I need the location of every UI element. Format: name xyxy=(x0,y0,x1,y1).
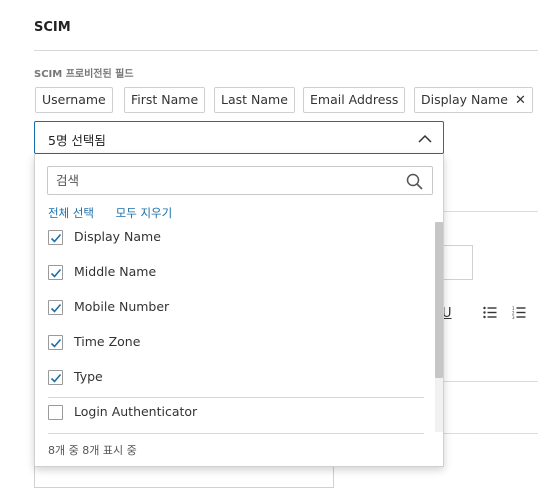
background-divider xyxy=(444,211,538,212)
scrollbar-thumb[interactable] xyxy=(435,222,443,378)
option-label: Type xyxy=(74,369,103,384)
checkbox-checked[interactable] xyxy=(48,300,63,315)
option-divider xyxy=(48,397,424,398)
section-title: SCIM xyxy=(34,20,71,35)
option-mobile-number[interactable]: Mobile Number xyxy=(48,297,428,319)
tag-label: Email Address xyxy=(310,92,399,107)
select-all-link[interactable]: 전체 선택 xyxy=(48,206,94,220)
option-login-authenticator[interactable]: Login Authenticator xyxy=(48,402,428,424)
checkbox-unchecked[interactable] xyxy=(48,405,63,420)
results-count: 8개 중 8개 표시 중 xyxy=(48,444,137,457)
svg-text:3: 3 xyxy=(512,315,515,319)
search-icon[interactable] xyxy=(406,173,423,190)
option-label: Mobile Number xyxy=(74,299,170,314)
tag-first-name: First Name xyxy=(124,87,206,113)
search-input[interactable] xyxy=(48,167,432,194)
option-type[interactable]: Type xyxy=(48,367,428,389)
selected-count: 5명 선택됨 xyxy=(48,133,106,148)
tag-label: Last Name xyxy=(221,92,288,107)
option-label: Display Name xyxy=(74,229,161,244)
dropdown-scrollbar[interactable] xyxy=(435,222,443,432)
clear-all-link[interactable]: 모두 지우기 xyxy=(116,206,173,220)
checkbox-checked[interactable] xyxy=(48,230,63,245)
tag-last-name: Last Name xyxy=(214,87,295,113)
tag-username: Username xyxy=(35,87,113,113)
option-label: Time Zone xyxy=(74,334,141,349)
option-middle-name[interactable]: Middle Name xyxy=(48,262,428,284)
bullet-list-icon[interactable] xyxy=(483,306,497,323)
tag-label: Display Name xyxy=(421,92,508,107)
scim-fields-select[interactable]: 5명 선택됨 xyxy=(34,121,444,154)
field-label: SCIM 프로비전된 필드 xyxy=(34,69,134,80)
numbered-list-icon[interactable]: 123 xyxy=(512,306,526,323)
search-field xyxy=(47,166,433,195)
option-label: Login Authenticator xyxy=(74,404,198,419)
option-display-name[interactable]: Display Name xyxy=(48,227,428,249)
section-divider xyxy=(34,50,538,51)
tag-label: First Name xyxy=(131,92,199,107)
checkbox-checked[interactable] xyxy=(48,265,63,280)
checkbox-checked[interactable] xyxy=(48,370,63,385)
chevron-up-icon[interactable] xyxy=(417,131,433,145)
tag-label: Username xyxy=(42,92,106,107)
bulk-actions: 전체 선택 모두 지우기 xyxy=(48,205,172,221)
option-time-zone[interactable]: Time Zone xyxy=(48,332,428,354)
option-label: Middle Name xyxy=(74,264,157,279)
background-divider xyxy=(444,433,538,434)
footer-divider xyxy=(48,433,424,434)
background-input[interactable] xyxy=(440,245,473,280)
background-box xyxy=(34,466,334,488)
tag-email-address: Email Address xyxy=(303,87,406,113)
options-dropdown: 전체 선택 모두 지우기 Display Name Middle Name Mo… xyxy=(34,154,444,467)
close-icon[interactable]: ✕ xyxy=(515,89,526,113)
checkbox-checked[interactable] xyxy=(48,335,63,350)
tag-display-name: Display Name ✕ xyxy=(414,87,533,113)
background-divider xyxy=(444,381,538,382)
